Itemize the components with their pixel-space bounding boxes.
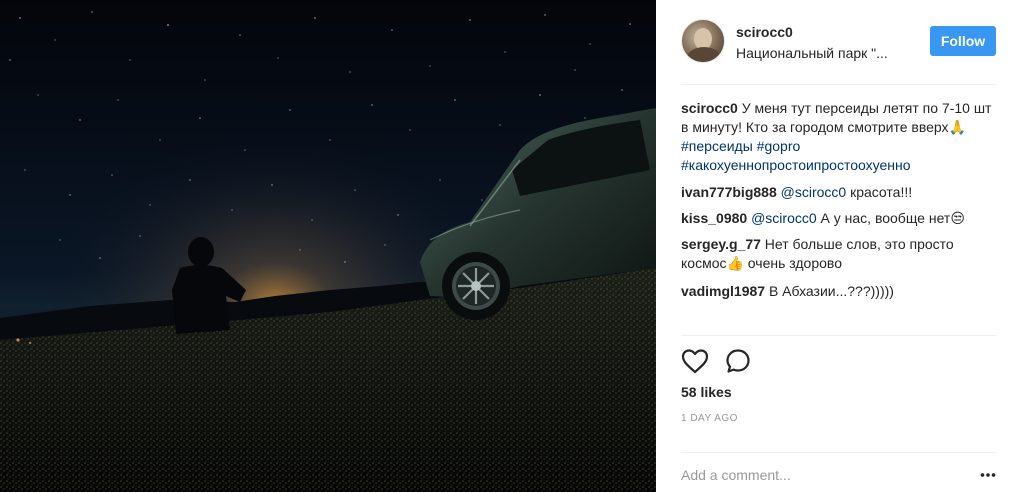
comment-text: В Абхазии...???))))) xyxy=(768,283,894,299)
caption-username[interactable]: scirocc0 xyxy=(681,100,738,116)
hashtag-link[interactable]: #персеиды xyxy=(681,138,753,154)
location-link[interactable]: Национальный парк "... xyxy=(736,45,888,61)
comment-item: kiss_0980 @scirocc0 А у нас, вообще нет😒 xyxy=(681,209,999,228)
post-actions: 58 likes 1 DAY AGO xyxy=(681,336,996,453)
comment-mention[interactable]: @scirocc0 xyxy=(781,184,847,200)
comment-item: ivan777big888 @scirocc0 красота!!! xyxy=(681,183,999,202)
username-link[interactable]: scirocc0 xyxy=(736,24,793,40)
comment-text: А у нас, вообще нет😒 xyxy=(820,210,965,226)
comments-list: scirocc0 У меня тут персеиды летят по 7-… xyxy=(681,85,996,336)
post-photo[interactable] xyxy=(0,0,656,492)
comment-username[interactable]: kiss_0980 xyxy=(681,210,747,226)
hashtag-link[interactable]: #gopro xyxy=(757,138,801,154)
likes-count[interactable]: 58 likes xyxy=(681,384,732,400)
add-comment-input[interactable] xyxy=(681,463,961,487)
avatar-body xyxy=(687,47,721,62)
comment-username[interactable]: ivan777big888 xyxy=(681,184,777,200)
post-header: scirocc0 Национальный парк "... Follow xyxy=(681,0,996,85)
post-sidebar: scirocc0 Национальный парк "... Follow s… xyxy=(656,0,1022,492)
add-comment-bar xyxy=(681,453,996,493)
comment-text: красота!!! xyxy=(850,184,913,200)
night-sky-car-photo xyxy=(0,0,656,492)
post-timestamp[interactable]: 1 DAY AGO xyxy=(681,413,738,424)
avatar[interactable] xyxy=(681,19,725,63)
instagram-post: scirocc0 Национальный парк "... Follow s… xyxy=(0,0,1022,492)
hashtag-link[interactable]: #какохуеннопростоипростоохуенно xyxy=(681,157,911,173)
heart-outline-icon[interactable] xyxy=(681,348,709,374)
caption: scirocc0 У меня тут персеиды летят по 7-… xyxy=(681,99,999,175)
follow-button[interactable]: Follow xyxy=(930,26,996,56)
speech-bubble-icon[interactable] xyxy=(725,348,751,374)
ellipsis-icon[interactable] xyxy=(980,467,996,483)
comment-username[interactable]: vadimgl1987 xyxy=(681,283,765,299)
comment-username[interactable]: sergey.g_77 xyxy=(681,236,761,252)
comment-item: sergey.g_77 Нет больше слов, это просто … xyxy=(681,235,999,273)
comment-item: vadimgl1987 В Абхазии...???))))) xyxy=(681,282,999,301)
comment-mention[interactable]: @scirocc0 xyxy=(751,210,817,226)
